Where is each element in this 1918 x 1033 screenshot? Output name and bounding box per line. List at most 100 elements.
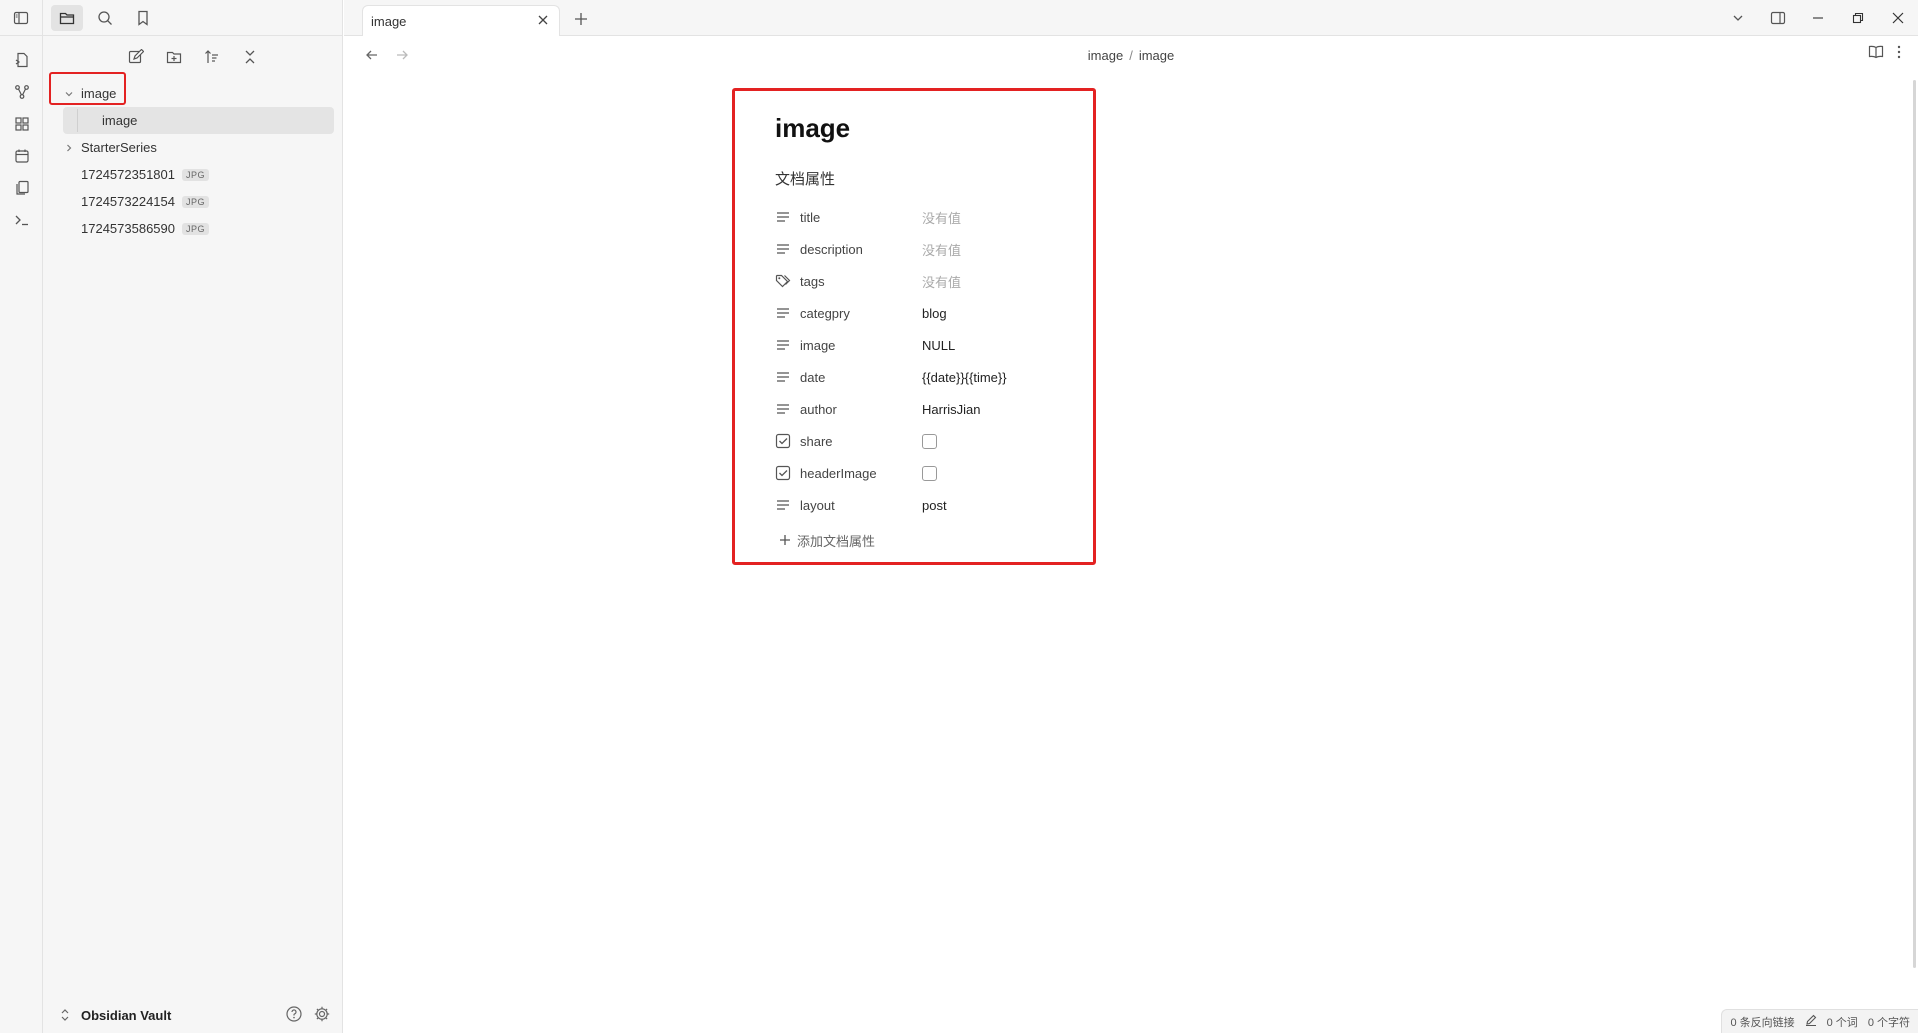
tab-bookmarks[interactable] bbox=[127, 5, 159, 31]
add-property-label: 添加文档属性 bbox=[797, 533, 876, 549]
toggle-right-sidebar-icon[interactable] bbox=[1758, 0, 1798, 36]
property-value[interactable]: 没有值 bbox=[922, 240, 961, 259]
text-lines-icon[interactable] bbox=[775, 209, 791, 225]
property-key[interactable]: image bbox=[800, 338, 922, 353]
new-note-icon[interactable] bbox=[123, 44, 149, 70]
checkbox-icon[interactable] bbox=[775, 465, 791, 481]
sort-order-icon[interactable] bbox=[199, 44, 225, 70]
folder-icon bbox=[59, 12, 75, 24]
restore-icon[interactable] bbox=[1838, 0, 1878, 36]
chevron-right-icon[interactable] bbox=[61, 143, 77, 153]
property-row-title[interactable]: title 没有值 bbox=[775, 201, 1093, 233]
tree-folder-starterseries[interactable]: StarterSeries bbox=[51, 134, 334, 161]
tree-file-1724572351801[interactable]: 1724572351801 JPG bbox=[51, 161, 334, 188]
close-window-icon[interactable] bbox=[1878, 0, 1918, 36]
file-label: 1724573586590 bbox=[81, 221, 175, 236]
properties-list: title 没有值 description 没有值 tags 没有值 categ… bbox=[775, 201, 1093, 521]
text-lines-icon[interactable] bbox=[775, 305, 791, 321]
tab-image[interactable]: image bbox=[362, 5, 560, 36]
file-label: 1724572351801 bbox=[81, 167, 175, 182]
property-checkbox[interactable] bbox=[922, 465, 937, 481]
tags-icon[interactable] bbox=[775, 273, 791, 289]
breadcrumb-folder[interactable]: image bbox=[1088, 48, 1123, 63]
search-icon bbox=[98, 10, 112, 25]
reading-view-book-icon[interactable] bbox=[1868, 44, 1884, 65]
property-key[interactable]: date bbox=[800, 370, 922, 385]
note-content-highlight: image 文档属性 title 没有值 description 没有值 tag… bbox=[732, 88, 1096, 565]
file-extension-badge: JPG bbox=[182, 195, 210, 208]
minimize-icon[interactable] bbox=[1798, 0, 1838, 36]
property-row-description[interactable]: description 没有值 bbox=[775, 233, 1093, 265]
property-key[interactable]: tags bbox=[800, 274, 922, 289]
graph-view-icon[interactable] bbox=[0, 76, 43, 108]
property-row-image[interactable]: image NULL bbox=[775, 329, 1093, 361]
highlight-box-folder bbox=[49, 72, 126, 105]
new-folder-icon[interactable] bbox=[161, 44, 187, 70]
property-value[interactable]: blog bbox=[922, 306, 947, 321]
property-row-headerimage[interactable]: headerImage bbox=[775, 457, 1093, 489]
view-header: image / image bbox=[344, 36, 1918, 74]
tab-list-chevron-down-icon[interactable] bbox=[1718, 0, 1758, 36]
property-key[interactable]: categpry bbox=[800, 306, 922, 321]
word-count: 0 个词 bbox=[1826, 1016, 1858, 1029]
property-key[interactable]: layout bbox=[800, 498, 922, 513]
property-key[interactable]: title bbox=[800, 210, 922, 225]
property-value[interactable]: HarrisJian bbox=[922, 402, 981, 417]
tab-label: image bbox=[371, 13, 407, 29]
text-lines-icon[interactable] bbox=[775, 337, 791, 353]
property-row-share[interactable]: share bbox=[775, 425, 1093, 457]
tree-file-image[interactable]: image bbox=[63, 107, 334, 134]
property-key[interactable]: headerImage bbox=[800, 466, 922, 481]
add-property-button[interactable]: 添加文档属性 bbox=[775, 525, 1093, 555]
canvas-icon[interactable] bbox=[0, 108, 43, 140]
file-extension-badge: JPG bbox=[182, 222, 210, 235]
property-row-categpry[interactable]: categpry blog bbox=[775, 297, 1093, 329]
char-count: 0 个字符 bbox=[1867, 1016, 1910, 1029]
collapse-all-icon[interactable] bbox=[237, 44, 263, 70]
property-row-author[interactable]: author HarrisJian bbox=[775, 393, 1093, 425]
property-row-layout[interactable]: layout post bbox=[775, 489, 1093, 521]
text-lines-icon[interactable] bbox=[775, 497, 791, 513]
calendar-icon[interactable] bbox=[0, 140, 43, 172]
property-checkbox[interactable] bbox=[922, 433, 937, 449]
toggle-sidebar-icon[interactable] bbox=[0, 2, 42, 34]
settings-gear-icon[interactable] bbox=[313, 1005, 331, 1026]
property-value[interactable]: {{date}}{{time}} bbox=[922, 370, 1007, 385]
file-label: image bbox=[102, 113, 138, 128]
tab-search[interactable] bbox=[89, 5, 121, 31]
tab-bar: image bbox=[344, 0, 1918, 36]
property-value[interactable]: 没有值 bbox=[922, 208, 961, 227]
edit-pencil-icon[interactable] bbox=[1805, 1014, 1817, 1029]
indent-guide bbox=[77, 109, 78, 132]
templates-icon[interactable] bbox=[0, 172, 43, 204]
help-icon[interactable] bbox=[285, 1005, 303, 1026]
text-lines-icon[interactable] bbox=[775, 241, 791, 257]
new-tab-plus-icon[interactable] bbox=[570, 8, 592, 30]
property-key[interactable]: author bbox=[800, 402, 922, 417]
bookmark-icon bbox=[138, 10, 148, 26]
tab-files[interactable] bbox=[51, 4, 83, 31]
property-row-date[interactable]: date {{date}}{{time}} bbox=[775, 361, 1093, 393]
close-icon[interactable] bbox=[535, 12, 551, 28]
more-options-icon[interactable] bbox=[1896, 44, 1902, 65]
property-key[interactable]: share bbox=[800, 434, 922, 449]
status-bar: 0 条反向链接 0 个词 0 个字符 bbox=[1721, 1009, 1918, 1033]
property-key[interactable]: description bbox=[800, 242, 922, 257]
open-quick-switcher-icon[interactable] bbox=[0, 44, 43, 76]
properties-heading[interactable]: 文档属性 bbox=[775, 168, 1093, 189]
tree-file-1724573224154[interactable]: 1724573224154 JPG bbox=[51, 188, 334, 215]
checkbox-icon[interactable] bbox=[775, 433, 791, 449]
vault-switcher[interactable]: Obsidian Vault bbox=[43, 997, 343, 1033]
scrollbar[interactable] bbox=[1913, 80, 1916, 968]
property-row-tags[interactable]: tags 没有值 bbox=[775, 265, 1093, 297]
text-lines-icon[interactable] bbox=[775, 401, 791, 417]
backlinks-count[interactable]: 0 条反向链接 bbox=[1730, 1014, 1794, 1030]
breadcrumb-file[interactable]: image bbox=[1139, 48, 1174, 63]
note-title[interactable]: image bbox=[775, 113, 1093, 144]
command-palette-icon[interactable] bbox=[0, 204, 43, 236]
property-value[interactable]: NULL bbox=[922, 338, 955, 353]
tree-file-1724573586590[interactable]: 1724573586590 JPG bbox=[51, 215, 334, 242]
text-lines-icon[interactable] bbox=[775, 369, 791, 385]
property-value[interactable]: 没有值 bbox=[922, 272, 961, 291]
property-value[interactable]: post bbox=[922, 498, 947, 513]
